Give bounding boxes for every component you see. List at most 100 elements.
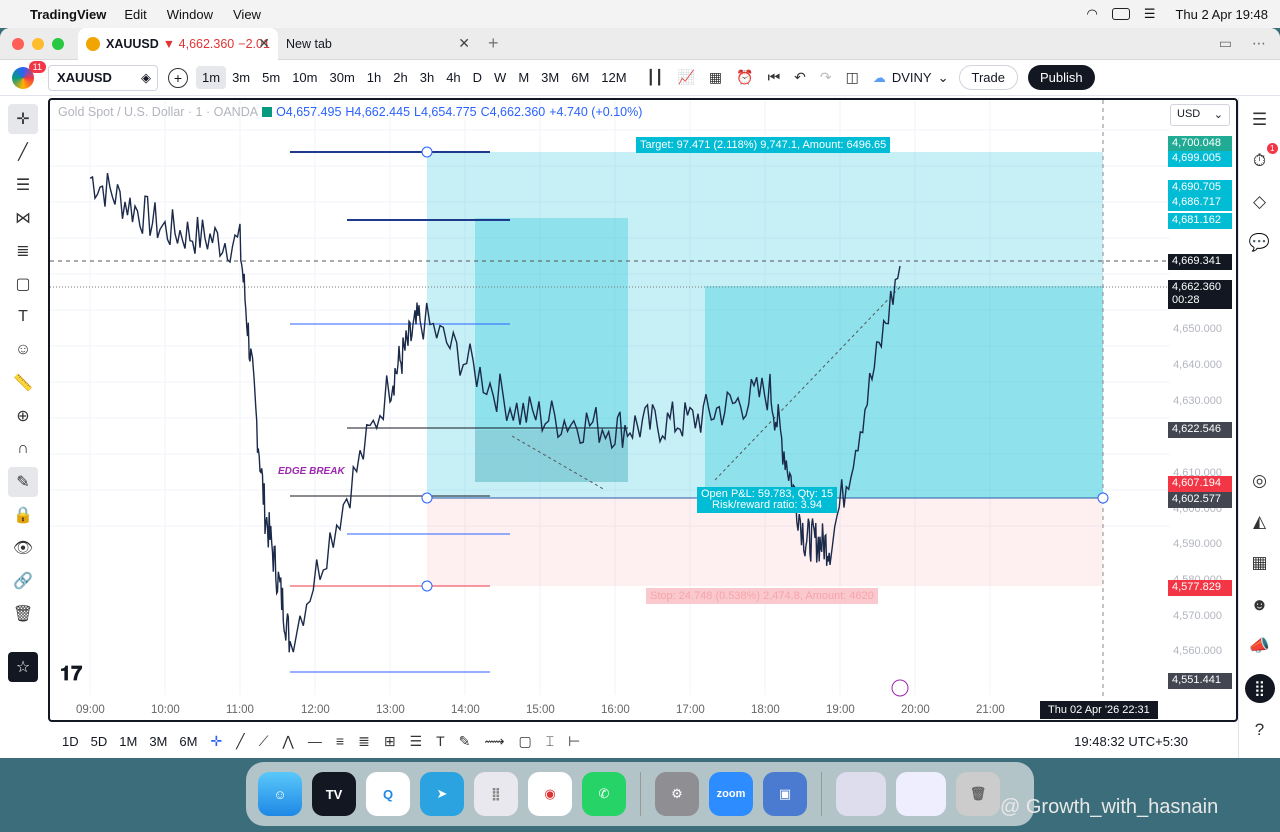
ideas-icon[interactable]: ◭ xyxy=(1246,508,1274,535)
price-range-icon[interactable]: ⌶ xyxy=(546,733,554,750)
close-tab-icon[interactable]: ✕ xyxy=(258,35,270,52)
control-center-icon[interactable]: ☰ xyxy=(1144,6,1156,22)
interval-w[interactable]: W xyxy=(488,66,512,89)
favorites-star-icon[interactable]: ☆ xyxy=(8,652,38,682)
trendline-icon[interactable]: ╱ xyxy=(236,733,244,750)
chrome-icon[interactable]: ◉ xyxy=(528,772,572,816)
interval-1m[interactable]: 1m xyxy=(196,66,227,89)
range-1m[interactable]: 1M xyxy=(113,732,143,751)
new-tab-icon[interactable]: + xyxy=(488,33,499,54)
trendline-icon[interactable]: ╱ xyxy=(8,137,38,167)
more-icon[interactable]: ⋯ xyxy=(1252,35,1266,52)
menu-view[interactable]: View xyxy=(233,7,261,22)
symbol-search[interactable]: XAUUSD ◈ xyxy=(48,64,158,91)
rectangle-icon[interactable]: ▢ xyxy=(8,269,38,299)
trash-icon[interactable]: 🗑 xyxy=(8,599,38,629)
horizontal-lines-icon[interactable]: ☰ xyxy=(8,170,38,200)
ruler-icon[interactable]: 📏 xyxy=(8,368,38,398)
eye-icon[interactable]: 👁 xyxy=(8,533,38,563)
cleaner-icon[interactable]: ▣ xyxy=(763,772,807,816)
finder-icon[interactable]: ☺ xyxy=(258,772,302,816)
compare-icon[interactable]: + xyxy=(168,67,188,88)
interval-6m[interactable]: 6M xyxy=(565,66,595,89)
interval-2h[interactable]: 2h xyxy=(387,66,413,89)
telegram-icon[interactable]: ➤ xyxy=(420,772,464,816)
link-icon[interactable]: 🔗 xyxy=(8,566,38,596)
interval-12m[interactable]: 12M xyxy=(595,66,632,89)
lock-icon[interactable]: 🔒 xyxy=(8,500,38,530)
menu-window[interactable]: Window xyxy=(167,7,213,22)
interval-4h[interactable]: 4h xyxy=(440,66,466,89)
interval-3m[interactable]: 3M xyxy=(535,66,565,89)
layout-name[interactable]: ☁ DVINY ⌄ xyxy=(873,70,949,86)
menu-edit[interactable]: Edit xyxy=(124,7,146,22)
publish-button[interactable]: Publish xyxy=(1028,65,1095,90)
crosshair-icon[interactable]: ✛ xyxy=(210,733,222,750)
interval-5m[interactable]: 5m xyxy=(256,66,286,89)
close-window-button[interactable] xyxy=(12,37,24,50)
range-1d[interactable]: 1D xyxy=(56,732,85,751)
interval-10m[interactable]: 10m xyxy=(286,66,323,89)
calendar-icon[interactable]: ▦ xyxy=(1246,550,1274,577)
interval-3h[interactable]: 3h xyxy=(414,66,440,89)
horizontal-line-icon[interactable]: — xyxy=(308,733,322,749)
rectangle-icon[interactable]: ▢ xyxy=(518,733,531,750)
magnet-icon[interactable]: ∩ xyxy=(8,434,38,464)
chat-icon[interactable]: 💬 xyxy=(1246,230,1274,257)
menubar-clock[interactable]: Thu 2 Apr 19:48 xyxy=(1175,7,1268,22)
pattern-icon[interactable]: ⋈ xyxy=(8,203,38,233)
whatsapp-icon[interactable]: ✆ xyxy=(582,772,626,816)
zoom-icon[interactable]: ⊕ xyxy=(8,401,38,431)
range-3m[interactable]: 3M xyxy=(143,732,173,751)
sidebar-icon[interactable]: ▭ xyxy=(1219,35,1232,52)
interval-1h[interactable]: 1h xyxy=(361,66,387,89)
tab-xauusd[interactable]: XAUUSD ▼ 4,662.360 −2.01 ✕ xyxy=(78,28,278,60)
indicators-icon[interactable]: 📈 xyxy=(677,69,694,86)
fib-icon[interactable]: ☰ xyxy=(410,733,423,750)
interval-3m[interactable]: 3m xyxy=(226,66,256,89)
layers-icon[interactable]: ◇ xyxy=(1246,189,1274,216)
quicktime-icon[interactable]: Q xyxy=(366,772,410,816)
text-icon[interactable]: T xyxy=(436,733,445,749)
path-icon[interactable]: ⟿ xyxy=(484,733,504,750)
battery-icon[interactable] xyxy=(1111,8,1130,20)
pulse-icon[interactable]: ☻ xyxy=(1246,591,1274,618)
undo-icon[interactable]: ↶ xyxy=(794,69,806,86)
range-5d[interactable]: 5D xyxy=(85,732,114,751)
minimize-window-button[interactable] xyxy=(32,37,44,50)
wifi-icon[interactable]: ◠ xyxy=(1086,6,1097,22)
alerts-clock-icon[interactable]: ⏱ 1 xyxy=(1246,143,1278,174)
date-range-icon[interactable]: ⊢ xyxy=(568,733,580,750)
templates-icon[interactable]: ▦ xyxy=(709,69,722,86)
replay-icon[interactable]: ⏮ xyxy=(768,69,781,86)
tradingview-icon[interactable]: TV xyxy=(312,772,356,816)
fib-icon[interactable]: ≣ xyxy=(8,236,38,266)
brush-icon[interactable]: ✎ xyxy=(459,733,471,750)
help-icon[interactable]: ? xyxy=(1246,717,1274,744)
interval-d[interactable]: D xyxy=(467,66,488,89)
currency-select[interactable]: USD ⌄ xyxy=(1170,104,1230,126)
interval-m[interactable]: M xyxy=(512,66,535,89)
target-icon[interactable]: ◎ xyxy=(1246,467,1274,494)
launchpad-icon[interactable]: ⣿ xyxy=(474,772,518,816)
trade-button[interactable]: Trade xyxy=(958,65,1018,90)
window-thumbnail-icon[interactable] xyxy=(836,772,886,816)
watchlist-icon[interactable]: ☰ xyxy=(1246,106,1274,133)
parallel-channel-icon[interactable]: ≡ xyxy=(336,733,344,749)
window-thumbnail-icon[interactable] xyxy=(896,772,946,816)
text-icon[interactable]: T xyxy=(8,302,38,332)
trash-icon[interactable]: 🗑 xyxy=(956,772,1000,816)
regression-icon[interactable]: ≣ xyxy=(358,733,370,750)
emoji-icon[interactable]: ☺ xyxy=(8,335,38,365)
candles-icon[interactable]: ┃┃ xyxy=(647,69,664,86)
megaphone-icon[interactable]: 📣 xyxy=(1246,632,1274,659)
tab-new[interactable]: New tab ✕ xyxy=(278,28,478,60)
maximize-window-button[interactable] xyxy=(52,37,64,50)
avatar[interactable]: 11 xyxy=(12,60,46,89)
range-6m[interactable]: 6M xyxy=(173,732,203,751)
alert-icon[interactable]: ⏰ xyxy=(736,69,753,86)
crosshair-icon[interactable]: ✛ xyxy=(8,104,38,134)
layout-icon[interactable]: ◫ xyxy=(846,69,859,86)
polyline-icon[interactable]: ⋀ xyxy=(282,733,293,750)
interval-30m[interactable]: 30m xyxy=(323,66,360,89)
